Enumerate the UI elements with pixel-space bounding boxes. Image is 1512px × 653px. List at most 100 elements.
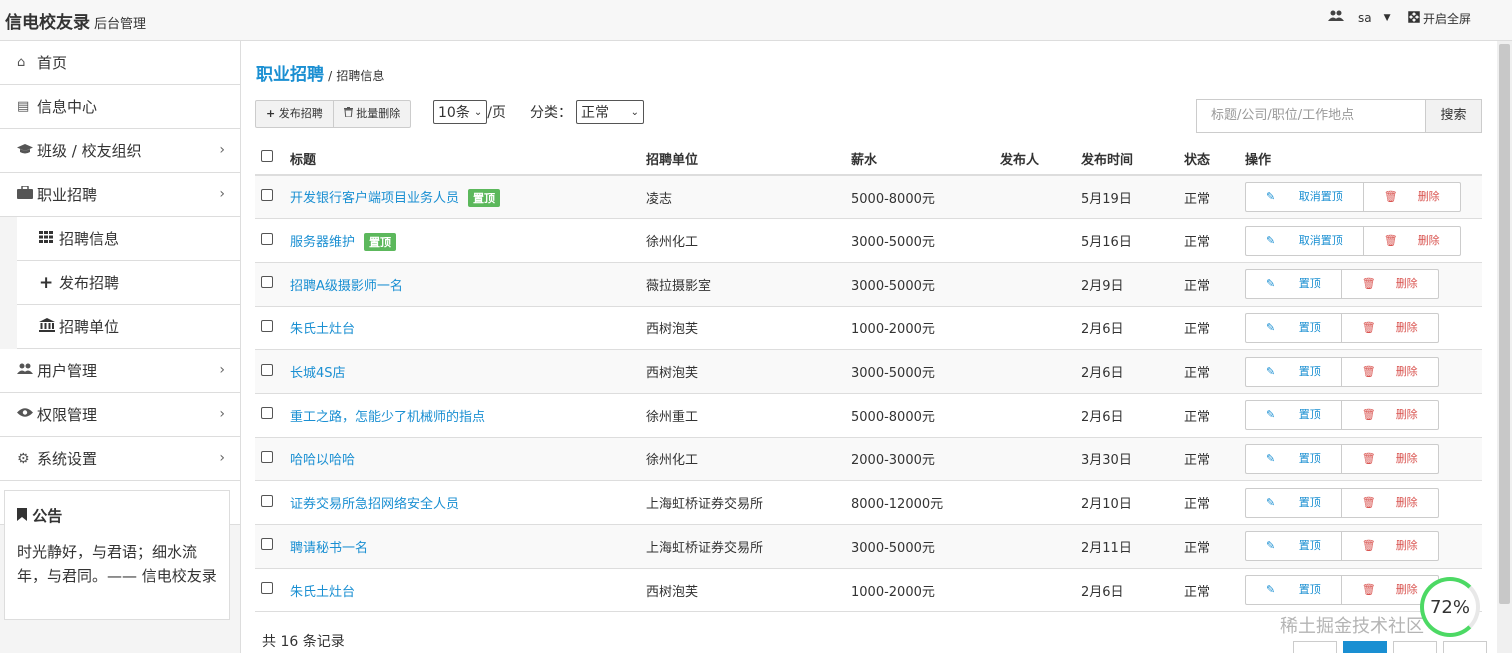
page-button[interactable] [1443,641,1487,653]
row-select-cell [255,568,284,613]
sidebar-subitem-job-info[interactable]: 招聘信息 [17,217,240,261]
row-checkbox[interactable] [261,407,273,420]
row-checkbox[interactable] [261,363,273,376]
sidebar-item-settings[interactable]: ⚙ 系统设置 › [0,437,240,481]
actions-cell: ✎ 置顶 🗑 删除 [1239,306,1482,351]
publisher-cell [994,175,1075,220]
page-size-select[interactable]: 10条 ⌄ [433,100,488,124]
job-title-link[interactable]: 朱氏土灶台 [290,322,355,337]
row-checkbox[interactable] [261,582,273,595]
sidebar-item-permissions[interactable]: 权限管理 › [0,393,240,437]
column-header-date: 发布时间 [1075,142,1178,176]
users-icon [17,363,37,379]
batch-delete-button[interactable]: 批量删除 [334,101,411,127]
edit-icon: ✎ [1266,233,1279,247]
job-title-link[interactable]: 重工之路，怎能少了机械师的指点 [290,410,485,425]
status-cell: 正常 [1178,480,1239,525]
delete-button[interactable]: 🗑 删除 [1342,358,1438,386]
toggle-pin-button[interactable]: ✎ 置顶 [1246,488,1342,517]
toggle-pin-button[interactable]: ✎ 取消置顶 [1246,183,1364,212]
job-title-link[interactable]: 朱氏土灶台 [290,585,355,600]
trash-icon: 🗑 [1361,364,1376,378]
job-title-link[interactable]: 开发银行客户端项目业务人员 [290,191,459,206]
actions-cell: ✎ 取消置顶 🗑 删除 [1239,218,1482,263]
grid-icon [39,230,59,247]
row-checkbox[interactable] [261,232,273,245]
publish-job-button[interactable]: + 发布招聘 [256,101,334,127]
delete-label: 删除 [1395,364,1418,378]
sidebar-item-career[interactable]: 职业招聘 › [0,173,240,217]
breadcrumb-section[interactable]: 职业招聘 [256,65,324,85]
trash-icon: 🗑 [1361,495,1376,509]
search-button[interactable]: 搜索 [1426,99,1482,133]
job-title-link[interactable]: 证券交易所急招网络安全人员 [290,497,459,512]
breadcrumb-page: 招聘信息 [336,69,385,83]
toggle-pin-button[interactable]: ✎ 置顶 [1246,401,1342,430]
delete-button[interactable]: 🗑 删除 [1342,445,1438,473]
sidebar-item-users[interactable]: 用户管理 › [0,349,240,393]
toggle-pin-button[interactable]: ✎ 置顶 [1246,313,1342,342]
page-button-active[interactable] [1343,641,1387,653]
fullscreen-button[interactable]: 开启全屏 [1408,10,1471,27]
newspaper-icon: ▤ [17,99,30,114]
row-select-cell [255,524,284,569]
toggle-pin-button[interactable]: ✎ 置顶 [1246,270,1342,299]
publisher-cell [994,218,1075,263]
job-title-link[interactable]: 哈哈以哈哈 [290,453,355,468]
sidebar-subitem-publish-job[interactable]: + 发布招聘 [17,261,240,305]
status-cell: 正常 [1178,524,1239,569]
search-input[interactable]: 标题/公司/职位/工作地点 [1196,99,1426,133]
row-checkbox[interactable] [261,538,273,551]
toggle-pin-button[interactable]: ✎ 置顶 [1246,357,1342,386]
toggle-pin-button[interactable]: ✎ 置顶 [1246,444,1342,473]
top-bar: 信电校友录 后台管理 sa ▼ 开启全屏 [0,0,1512,41]
row-checkbox[interactable] [261,319,273,332]
toggle-pin-button[interactable]: ✎ 置顶 [1246,532,1342,561]
page-button[interactable] [1293,641,1337,653]
sidebar-item-info-center[interactable]: ▤ 信息中心 [0,85,240,129]
row-checkbox[interactable] [261,494,273,507]
delete-button[interactable]: 🗑 删除 [1342,314,1438,342]
chevron-down-icon: ⌄ [473,106,483,118]
job-title-link[interactable]: 长城4S店 [290,366,346,381]
job-title-link[interactable]: 服务器维护 [290,235,355,250]
edit-icon: ✎ [1266,408,1279,422]
bookmark-icon [17,507,32,525]
page-button[interactable] [1393,641,1437,653]
company-cell: 上海虹桥证券交易所 [640,480,845,525]
delete-button[interactable]: 🗑 删除 [1342,532,1438,560]
sidebar-subitem-employers[interactable]: 招聘单位 [17,305,240,349]
caret-down-icon: ▼ [1383,12,1391,23]
scrollbar-thumb[interactable] [1499,44,1510,604]
publisher-cell [994,349,1075,394]
row-action-group: ✎ 置顶 🗑 删除 [1245,531,1439,562]
delete-button[interactable]: 🗑 删除 [1364,183,1460,211]
delete-button[interactable]: 🗑 删除 [1364,227,1460,255]
user-menu[interactable]: sa ▼ [1328,10,1391,25]
sidebar-subitem-label: 招聘信息 [59,230,120,248]
toggle-pin-button[interactable]: ✎ 置顶 [1246,576,1342,605]
row-checkbox[interactable] [261,276,273,289]
select-all-checkbox[interactable] [261,150,273,162]
job-title-link[interactable]: 招聘A级摄影师一名 [290,279,403,294]
edit-icon: ✎ [1266,539,1279,553]
delete-button[interactable]: 🗑 删除 [1342,489,1438,517]
company-cell: 西树泡芙 [640,568,845,613]
sidebar-item-class-org[interactable]: 班级 / 校友组织 › [0,129,240,173]
sidebar-item-home[interactable]: ⌂ 首页 [0,41,240,85]
toggle-pin-label: 置顶 [1298,408,1321,422]
delete-button[interactable]: 🗑 删除 [1342,270,1438,298]
publisher-cell [994,393,1075,438]
brand[interactable]: 信电校友录 后台管理 [5,8,146,33]
delete-button[interactable]: 🗑 删除 [1342,401,1438,429]
row-checkbox[interactable] [261,450,273,463]
status-cell: 正常 [1178,568,1239,613]
row-select-cell [255,262,284,307]
job-table: 标题 招聘单位 薪水 发布人 发布时间 状态 操作 开发银行客户端项目业务人员置… [255,142,1482,613]
actions-cell: ✎ 置顶 🗑 删除 [1239,393,1482,438]
toggle-pin-button[interactable]: ✎ 取消置顶 [1246,226,1364,255]
row-checkbox[interactable] [261,189,273,202]
job-title-link[interactable]: 聘请秘书一名 [290,541,368,556]
company-cell: 徐州化工 [640,218,845,263]
category-select[interactable]: 正常 ⌄ [576,100,644,124]
